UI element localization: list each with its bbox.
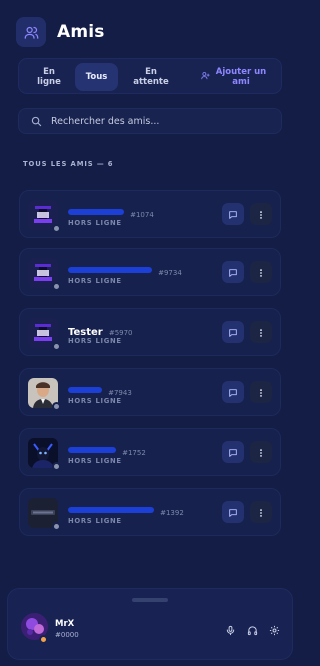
- microphone-icon[interactable]: [223, 623, 237, 637]
- tab-pending[interactable]: En attente: [123, 63, 179, 91]
- offline-status-dot: [52, 522, 61, 531]
- message-button[interactable]: [222, 381, 244, 403]
- friend-tag: #1752: [122, 449, 146, 457]
- offline-status-dot: [52, 224, 61, 233]
- redaction-mark: [68, 386, 102, 393]
- search-input[interactable]: [51, 115, 271, 127]
- drag-handle[interactable]: [132, 598, 168, 602]
- tab-all[interactable]: Tous: [75, 63, 118, 91]
- message-button[interactable]: [222, 441, 244, 463]
- more-vertical-icon: [256, 205, 266, 224]
- more-vertical-icon: [256, 443, 266, 462]
- friend-tag: #1392: [160, 509, 184, 517]
- redaction-mark: [68, 208, 124, 215]
- more-vertical-icon: [256, 383, 266, 402]
- offline-status-dot: [52, 282, 61, 291]
- friend-card[interactable]: #1074 HORS LIGNE: [19, 190, 281, 238]
- section-title: TOUS LES AMIS — 6: [23, 160, 114, 168]
- tab-label: Ajouter un ami: [215, 67, 267, 87]
- friend-status: HORS LIGNE: [68, 457, 122, 465]
- friend-status: HORS LIGNE: [68, 219, 122, 227]
- tab-label: En ligne: [37, 67, 61, 87]
- more-options-button[interactable]: [250, 261, 272, 283]
- redaction-mark: [68, 506, 154, 513]
- offline-status-dot: [52, 462, 61, 471]
- message-button[interactable]: [222, 321, 244, 343]
- user-tag: #0000: [55, 631, 79, 639]
- chat-icon: [228, 503, 238, 522]
- tab-online[interactable]: En ligne: [27, 63, 71, 91]
- chat-icon: [228, 205, 238, 224]
- chat-icon: [228, 443, 238, 462]
- friend-status: HORS LIGNE: [68, 277, 122, 285]
- headphones-icon[interactable]: [245, 623, 259, 637]
- user-name: MrX: [55, 619, 75, 629]
- page-header: Amis: [16, 17, 105, 47]
- friend-card[interactable]: Tester #5970 HORS LIGNE: [19, 308, 281, 356]
- redaction-mark: [68, 446, 116, 453]
- page-title: Amis: [57, 22, 105, 42]
- friend-tag: #1074: [130, 211, 154, 219]
- tab-add-friend[interactable]: Ajouter un ami: [189, 63, 279, 91]
- friend-status: HORS LIGNE: [68, 337, 122, 345]
- message-button[interactable]: [222, 261, 244, 283]
- more-vertical-icon: [256, 263, 266, 282]
- friend-tag: #9734: [158, 269, 182, 277]
- offline-status-dot: [52, 342, 61, 351]
- more-options-button[interactable]: [250, 203, 272, 225]
- more-options-button[interactable]: [250, 381, 272, 403]
- user-panel: MrX #0000: [7, 588, 293, 660]
- friends-tabs: En ligne Tous En attente Ajouter un ami: [18, 58, 282, 94]
- tab-label: En attente: [133, 67, 169, 87]
- search-bar: [18, 108, 282, 134]
- redaction-mark: [68, 266, 152, 273]
- chat-icon: [228, 383, 238, 402]
- friend-status: HORS LIGNE: [68, 517, 122, 525]
- friend-card[interactable]: #9734 HORS LIGNE: [19, 248, 281, 296]
- offline-status-dot: [52, 402, 61, 411]
- friend-status: HORS LIGNE: [68, 397, 122, 405]
- user-plus-icon: [201, 71, 210, 83]
- message-button[interactable]: [222, 501, 244, 523]
- idle-status-dot: [39, 635, 48, 644]
- more-options-button[interactable]: [250, 321, 272, 343]
- gear-icon[interactable]: [267, 623, 281, 637]
- search-icon: [31, 112, 42, 131]
- friend-tag: #5970: [108, 329, 133, 337]
- chat-icon: [228, 263, 238, 282]
- more-options-button[interactable]: [250, 501, 272, 523]
- chat-icon: [228, 323, 238, 342]
- message-button[interactable]: [222, 203, 244, 225]
- friend-card[interactable]: #7943 HORS LIGNE: [19, 368, 281, 416]
- more-vertical-icon: [256, 323, 266, 342]
- friend-card[interactable]: #1752 HORS LIGNE: [19, 428, 281, 476]
- more-vertical-icon: [256, 503, 266, 522]
- friend-tag: #7943: [108, 389, 132, 397]
- tab-label: Tous: [85, 72, 108, 82]
- more-options-button[interactable]: [250, 441, 272, 463]
- friend-card[interactable]: #1392 HORS LIGNE: [19, 488, 281, 536]
- users-icon: [16, 17, 46, 47]
